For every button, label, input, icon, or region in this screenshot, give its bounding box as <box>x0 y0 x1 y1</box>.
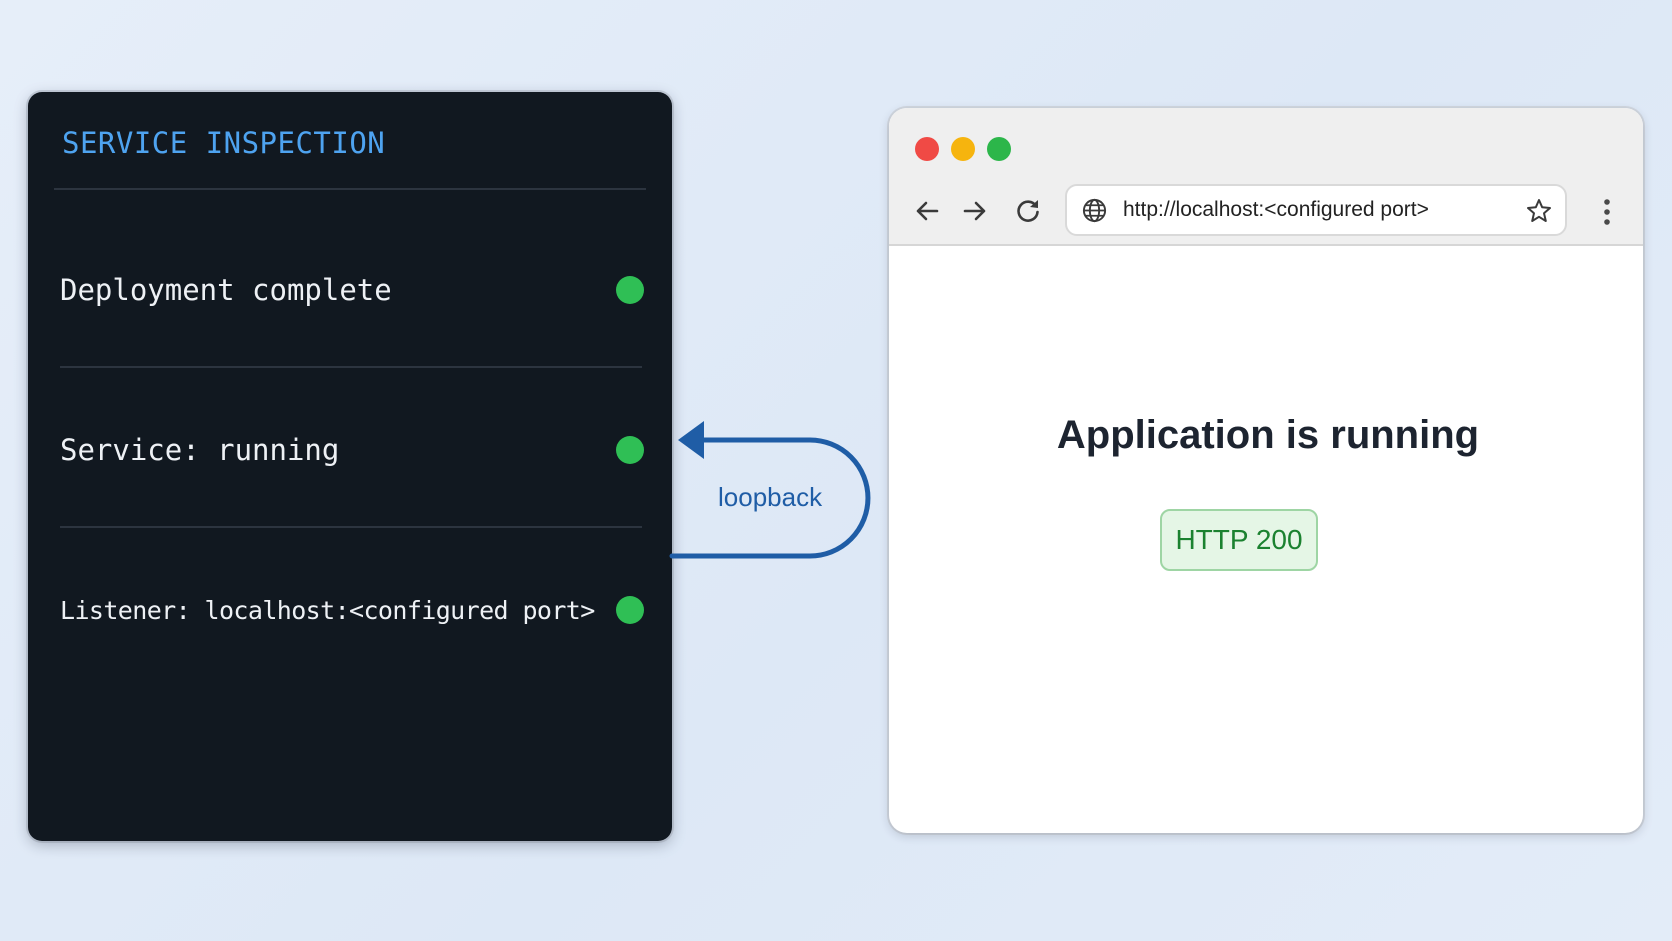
http-status-badge: HTTP 200 <box>1160 509 1318 571</box>
forward-button[interactable] <box>958 194 992 228</box>
kebab-menu-icon[interactable] <box>1597 195 1617 229</box>
url-text[interactable]: http://localhost:<configured port> <box>1123 198 1429 222</box>
arrow-left-icon <box>916 201 939 221</box>
address-bar[interactable]: http://localhost:<configured port> <box>1065 184 1567 236</box>
arrow-right-icon <box>963 201 986 221</box>
browser-toolbar: http://localhost:<configured port> <box>889 108 1643 246</box>
close-window-button[interactable] <box>915 137 939 161</box>
browser-window: http://localhost:<configured port> Appli… <box>889 108 1643 833</box>
page-heading: Application is running <box>1056 413 1480 457</box>
maximize-window-button[interactable] <box>987 137 1011 161</box>
loopback-label: loopback <box>718 482 823 512</box>
reload-button[interactable] <box>1011 194 1045 228</box>
reload-icon <box>1017 200 1039 222</box>
back-button[interactable] <box>910 194 944 228</box>
minimize-window-button[interactable] <box>951 137 975 161</box>
bookmark-star-icon[interactable] <box>1525 197 1553 225</box>
globe-icon <box>1082 198 1107 223</box>
